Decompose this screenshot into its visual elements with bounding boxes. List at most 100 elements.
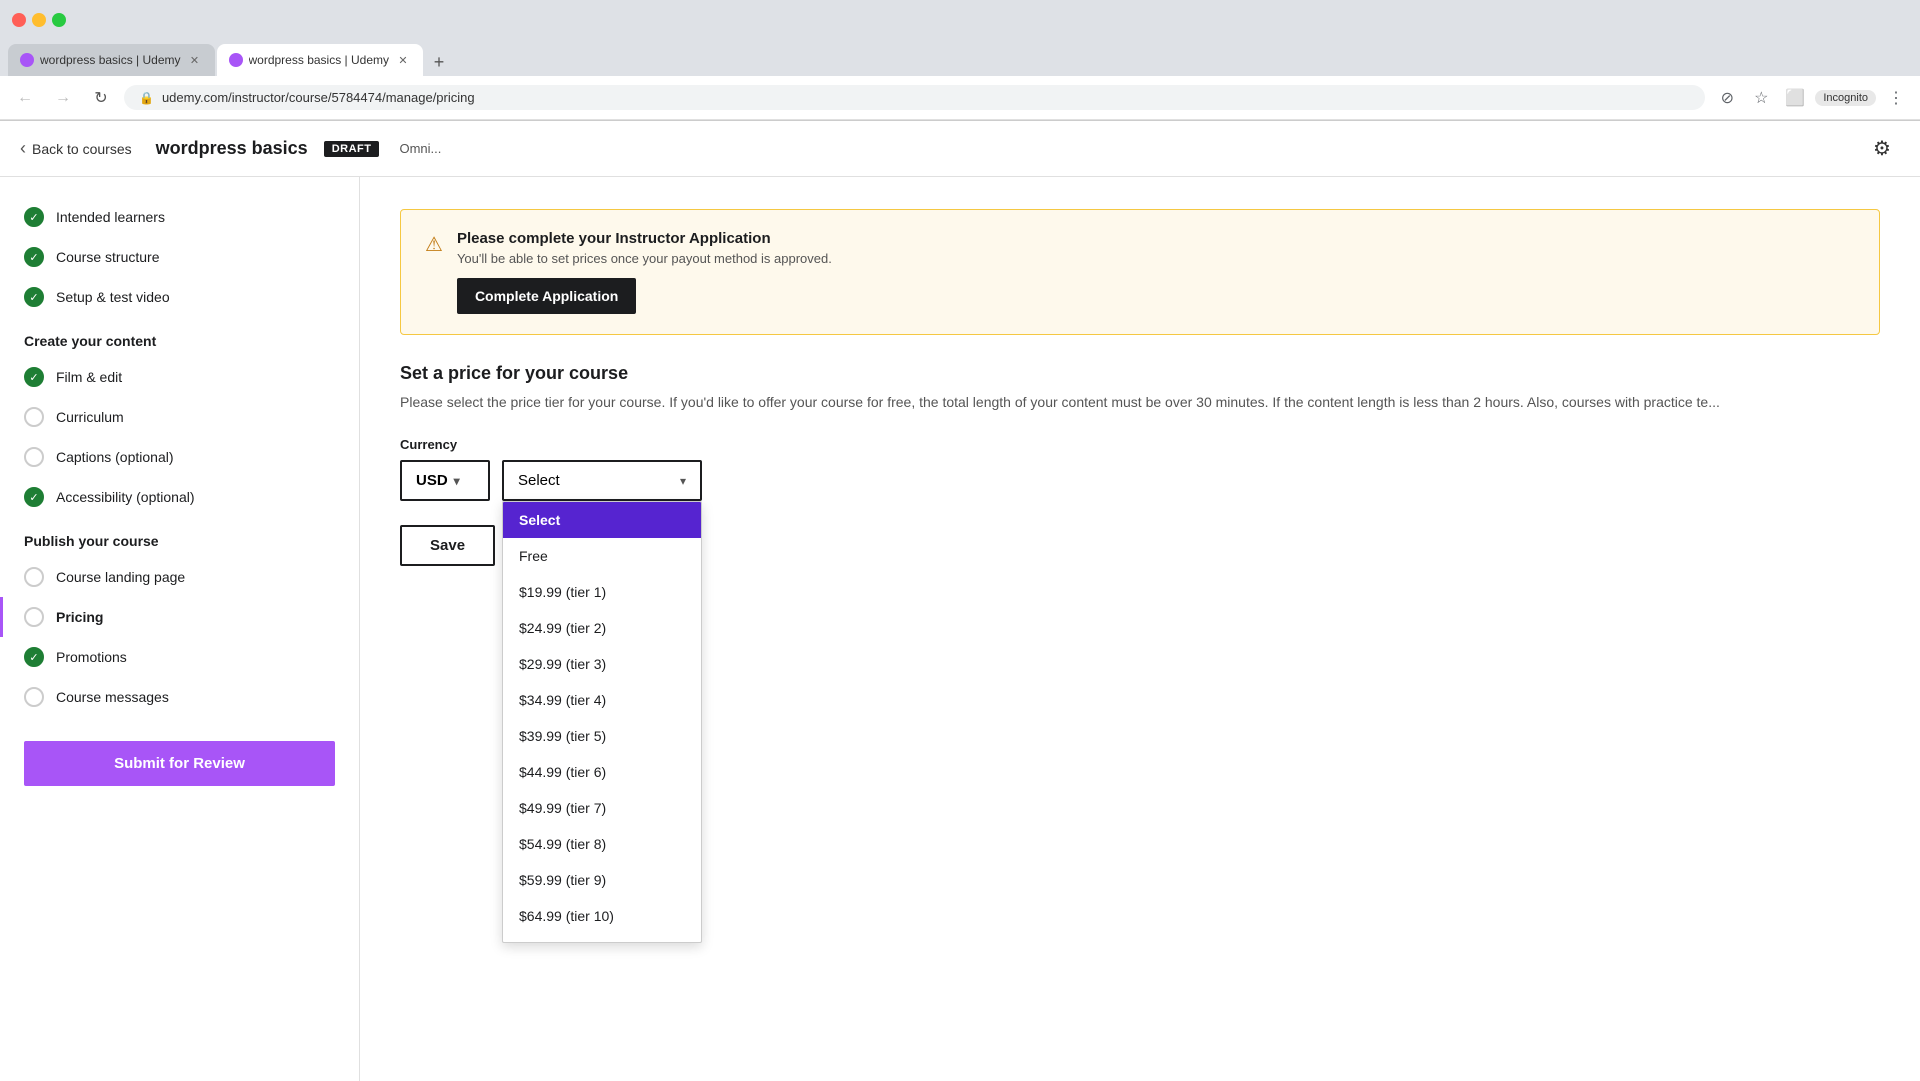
profile-button[interactable]: ⬜ [1781, 84, 1809, 112]
dropdown-option-64.99[interactable]: $64.99 (tier 10) [503, 898, 701, 934]
back-to-courses-label: Back to courses [32, 141, 132, 157]
forward-button[interactable]: → [48, 83, 78, 113]
price-dropdown-wrapper: Select ▾ SelectFree$19.99 (tier 1)$24.99… [502, 460, 702, 501]
app-header: ‹ Back to courses wordpress basics DRAFT… [0, 121, 1920, 177]
check-icon-promotions: ✓ [24, 647, 44, 667]
lock-icon: 🔒 [139, 91, 154, 105]
back-to-courses-link[interactable]: ‹ Back to courses [20, 138, 132, 159]
dropdown-option-69.99[interactable]: $69.99 (tier 11) [503, 934, 701, 942]
price-select-button[interactable]: Select ▾ [502, 460, 702, 501]
set-price-title: Set a price for your course [400, 363, 1880, 384]
tab-2-favicon [229, 53, 243, 67]
check-icon-pricing [24, 607, 44, 627]
sidebar-item-intended-learners[interactable]: ✓ Intended learners [0, 197, 359, 237]
tab-1-favicon [20, 53, 34, 67]
check-icon-captions [24, 447, 44, 467]
new-tab-button[interactable]: + [425, 48, 453, 76]
check-icon-accessibility: ✓ [24, 487, 44, 507]
tab-2-label: wordpress basics | Udemy [249, 53, 390, 67]
course-title: wordpress basics [156, 138, 308, 159]
sidebar-item-curriculum[interactable]: Curriculum [0, 397, 359, 437]
price-select-label: Select [518, 472, 560, 489]
no-camera-icon[interactable]: ⊘ [1713, 84, 1741, 112]
check-icon-intended-learners: ✓ [24, 207, 44, 227]
sidebar-section-create: Create your content ✓ Film & edit Curric… [0, 325, 359, 517]
save-button[interactable]: Save [400, 525, 495, 566]
sidebar-label-pricing: Pricing [56, 609, 103, 625]
body-layout: ✓ Intended learners ✓ Course structure ✓… [0, 177, 1920, 1081]
sidebar-item-course-structure[interactable]: ✓ Course structure [0, 237, 359, 277]
back-button[interactable]: ← [10, 83, 40, 113]
sidebar-item-captions[interactable]: Captions (optional) [0, 437, 359, 477]
dropdown-option-29.99[interactable]: $29.99 (tier 3) [503, 646, 701, 682]
tab-1-close[interactable]: ✕ [187, 52, 203, 68]
sidebar-label-captions: Captions (optional) [56, 449, 174, 465]
currency-label: Currency [400, 437, 1880, 452]
warning-box: ⚠ Please complete your Instructor Applic… [400, 209, 1880, 335]
title-bar [0, 0, 1920, 40]
dropdown-option-free[interactable]: Free [503, 538, 701, 574]
tab-1[interactable]: wordpress basics | Udemy ✕ [8, 44, 215, 76]
tabs-bar: wordpress basics | Udemy ✕ wordpress bas… [0, 40, 1920, 76]
publish-course-title: Publish your course [0, 525, 359, 557]
check-icon-course-structure: ✓ [24, 247, 44, 267]
dropdown-option-54.99[interactable]: $54.99 (tier 8) [503, 826, 701, 862]
check-icon-setup-test: ✓ [24, 287, 44, 307]
incognito-badge: Incognito [1815, 90, 1876, 106]
settings-button[interactable]: ⚙ [1864, 131, 1900, 167]
sidebar-item-film-edit[interactable]: ✓ Film & edit [0, 357, 359, 397]
sidebar-label-course-landing: Course landing page [56, 569, 185, 585]
draft-badge: DRAFT [324, 141, 380, 157]
sidebar-section-setup: ✓ Intended learners ✓ Course structure ✓… [0, 197, 359, 317]
app-container: ‹ Back to courses wordpress basics DRAFT… [0, 121, 1920, 1081]
bookmark-button[interactable]: ☆ [1747, 84, 1775, 112]
dropdown-option-44.99[interactable]: $44.99 (tier 6) [503, 754, 701, 790]
omni-label: Omni... [399, 141, 441, 156]
back-arrow-icon: ‹ [20, 138, 26, 159]
maximize-window-button[interactable] [52, 13, 66, 27]
currency-select[interactable]: USD ▾ [400, 460, 490, 501]
dropdown-option-49.99[interactable]: $49.99 (tier 7) [503, 790, 701, 826]
refresh-button[interactable]: ↻ [86, 83, 116, 113]
warning-content: Please complete your Instructor Applicat… [457, 230, 832, 314]
sidebar-item-promotions[interactable]: ✓ Promotions [0, 637, 359, 677]
dropdown-option-34.99[interactable]: $34.99 (tier 4) [503, 682, 701, 718]
dropdown-option-19.99[interactable]: $19.99 (tier 1) [503, 574, 701, 610]
check-icon-course-landing [24, 567, 44, 587]
currency-value: USD [416, 472, 448, 489]
sidebar-item-pricing[interactable]: Pricing [0, 597, 359, 637]
menu-button[interactable]: ⋮ [1882, 84, 1910, 112]
close-window-button[interactable] [12, 13, 26, 27]
set-price-desc: Please select the price tier for your co… [400, 392, 1880, 413]
sidebar-label-curriculum: Curriculum [56, 409, 124, 425]
minimize-window-button[interactable] [32, 13, 46, 27]
price-row: USD ▾ Select ▾ SelectFree$19.99 (tier 1)… [400, 460, 1880, 501]
price-dropdown-menu: SelectFree$19.99 (tier 1)$24.99 (tier 2)… [502, 501, 702, 943]
dropdown-option-select[interactable]: Select [503, 502, 701, 538]
sidebar-label-intended-learners: Intended learners [56, 209, 165, 225]
check-icon-course-messages [24, 687, 44, 707]
sidebar-section-publish: Publish your course Course landing page … [0, 525, 359, 717]
sidebar: ✓ Intended learners ✓ Course structure ✓… [0, 177, 360, 1081]
check-icon-film-edit: ✓ [24, 367, 44, 387]
sidebar-label-course-messages: Course messages [56, 689, 169, 705]
main-content: ⚠ Please complete your Instructor Applic… [360, 177, 1920, 1081]
nav-extras: ⊘ ☆ ⬜ Incognito ⋮ [1713, 84, 1910, 112]
sidebar-label-accessibility: Accessibility (optional) [56, 489, 195, 505]
dropdown-option-24.99[interactable]: $24.99 (tier 2) [503, 610, 701, 646]
tab-2[interactable]: wordpress basics | Udemy ✕ [217, 44, 424, 76]
tab-2-close[interactable]: ✕ [395, 52, 411, 68]
price-dropdown-scroll[interactable]: SelectFree$19.99 (tier 1)$24.99 (tier 2)… [503, 502, 701, 942]
submit-for-review-button[interactable]: Submit for Review [24, 741, 335, 786]
complete-application-button[interactable]: Complete Application [457, 278, 636, 314]
warning-title: Please complete your Instructor Applicat… [457, 230, 832, 247]
address-bar[interactable]: 🔒 udemy.com/instructor/course/5784474/ma… [124, 85, 1705, 110]
sidebar-item-setup-test-video[interactable]: ✓ Setup & test video [0, 277, 359, 317]
sidebar-item-course-landing[interactable]: Course landing page [0, 557, 359, 597]
sidebar-item-course-messages[interactable]: Course messages [0, 677, 359, 717]
address-text: udemy.com/instructor/course/5784474/mana… [162, 90, 475, 105]
dropdown-option-39.99[interactable]: $39.99 (tier 5) [503, 718, 701, 754]
dropdown-option-59.99[interactable]: $59.99 (tier 9) [503, 862, 701, 898]
window-controls [12, 13, 66, 27]
sidebar-item-accessibility[interactable]: ✓ Accessibility (optional) [0, 477, 359, 517]
